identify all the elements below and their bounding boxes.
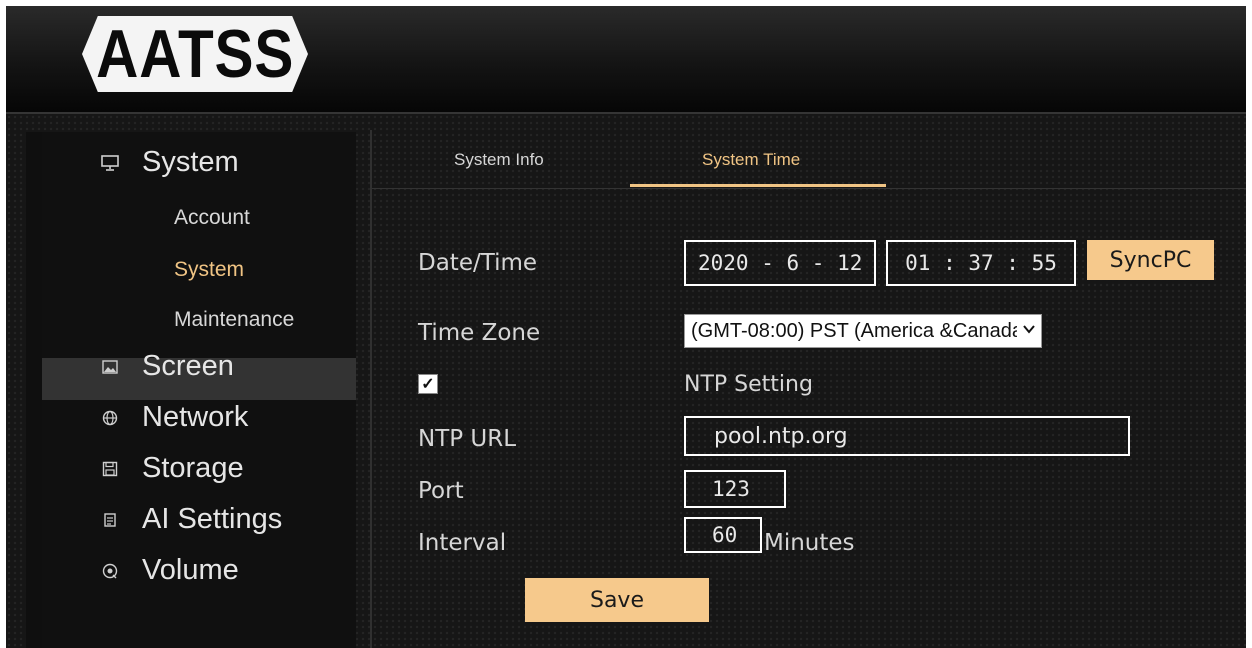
interval-unit-label: Minutes bbox=[764, 530, 855, 556]
sidebar-strip bbox=[26, 132, 42, 648]
port-field[interactable]: 123 bbox=[684, 470, 786, 508]
sidebar-subitem-system[interactable]: System bbox=[174, 258, 244, 282]
time-value: 01 : 37 : 55 bbox=[905, 251, 1057, 275]
check-icon: ✓ bbox=[421, 376, 435, 393]
globe-icon bbox=[100, 408, 120, 428]
sidebar-item-ai-settings[interactable]: AI Settings bbox=[86, 503, 282, 536]
sidebar-item-label: Network bbox=[142, 401, 249, 433]
sidebar-item-label: System bbox=[142, 146, 239, 178]
timezone-value: (GMT-08:00) PST (America &Canada) bbox=[691, 319, 1017, 342]
active-tab-underline bbox=[630, 184, 886, 187]
interval-label: Interval bbox=[418, 530, 507, 556]
monitor-icon bbox=[100, 153, 120, 173]
ntp-url-label: NTP URL bbox=[418, 426, 517, 452]
port-value: 123 bbox=[712, 477, 750, 501]
sidebar-subitem-label: Account bbox=[174, 206, 250, 229]
port-label: Port bbox=[418, 478, 464, 504]
ntp-url-field[interactable]: pool.ntp.org bbox=[684, 416, 1130, 456]
sidebar-item-label: Screen bbox=[142, 350, 234, 382]
sidebar-item-volume[interactable]: Volume bbox=[86, 554, 239, 587]
timezone-select[interactable]: (GMT-08:00) PST (America &Canada) bbox=[684, 314, 1042, 348]
sidebar-item-system[interactable]: System bbox=[86, 146, 239, 179]
ntp-checkbox[interactable]: ✓ bbox=[418, 374, 438, 394]
tab-label: System Info bbox=[454, 150, 544, 169]
date-field[interactable]: 2020 - 6 - 12 bbox=[684, 240, 876, 286]
interval-value: 60 bbox=[712, 523, 738, 547]
time-field[interactable]: 01 : 37 : 55 bbox=[886, 240, 1076, 286]
sidebar: System Account System Maintenance Screen… bbox=[6, 122, 370, 648]
sidebar-item-label: Storage bbox=[142, 452, 244, 484]
sidebar-item-label: Volume bbox=[142, 554, 239, 586]
sidebar-subitem-maintenance[interactable]: Maintenance bbox=[174, 308, 294, 332]
chip-icon bbox=[100, 510, 120, 530]
sidebar-item-label: AI Settings bbox=[142, 503, 283, 535]
timezone-label: Time Zone bbox=[418, 320, 541, 346]
sidebar-item-screen[interactable]: Screen bbox=[86, 350, 234, 383]
image-icon bbox=[100, 357, 120, 377]
speaker-icon bbox=[100, 561, 120, 581]
syncpc-button[interactable]: SyncPC bbox=[1087, 240, 1214, 280]
floppy-icon bbox=[100, 459, 120, 479]
tab-system-info[interactable]: System Info bbox=[454, 150, 544, 170]
header-bar: AATSS bbox=[6, 6, 1246, 114]
tab-bar: System Info System Time bbox=[372, 130, 1246, 189]
interval-field[interactable]: 60 bbox=[684, 517, 762, 553]
sidebar-subitem-label: Maintenance bbox=[174, 308, 295, 331]
ntp-setting-label: NTP Setting bbox=[684, 372, 813, 397]
tab-label: System Time bbox=[702, 150, 801, 169]
main-content: System Info System Time Date/Time 2020 -… bbox=[370, 130, 1246, 648]
sidebar-item-storage[interactable]: Storage bbox=[86, 452, 244, 485]
sidebar-item-network[interactable]: Network bbox=[86, 401, 248, 434]
logo-text: AATSS bbox=[95, 16, 295, 92]
save-button[interactable]: Save bbox=[525, 578, 709, 622]
datetime-label: Date/Time bbox=[418, 250, 538, 276]
sidebar-subitem-account[interactable]: Account bbox=[174, 206, 250, 230]
tab-system-time[interactable]: System Time bbox=[702, 150, 800, 170]
date-value: 2020 - 6 - 12 bbox=[698, 251, 863, 275]
sidebar-subitem-label: System bbox=[174, 258, 245, 281]
brand-logo: AATSS bbox=[82, 16, 308, 92]
chevron-down-icon bbox=[1022, 320, 1036, 341]
app-frame: AATSS System Account System Maintenance … bbox=[6, 6, 1246, 648]
ntp-url-value: pool.ntp.org bbox=[714, 423, 848, 449]
